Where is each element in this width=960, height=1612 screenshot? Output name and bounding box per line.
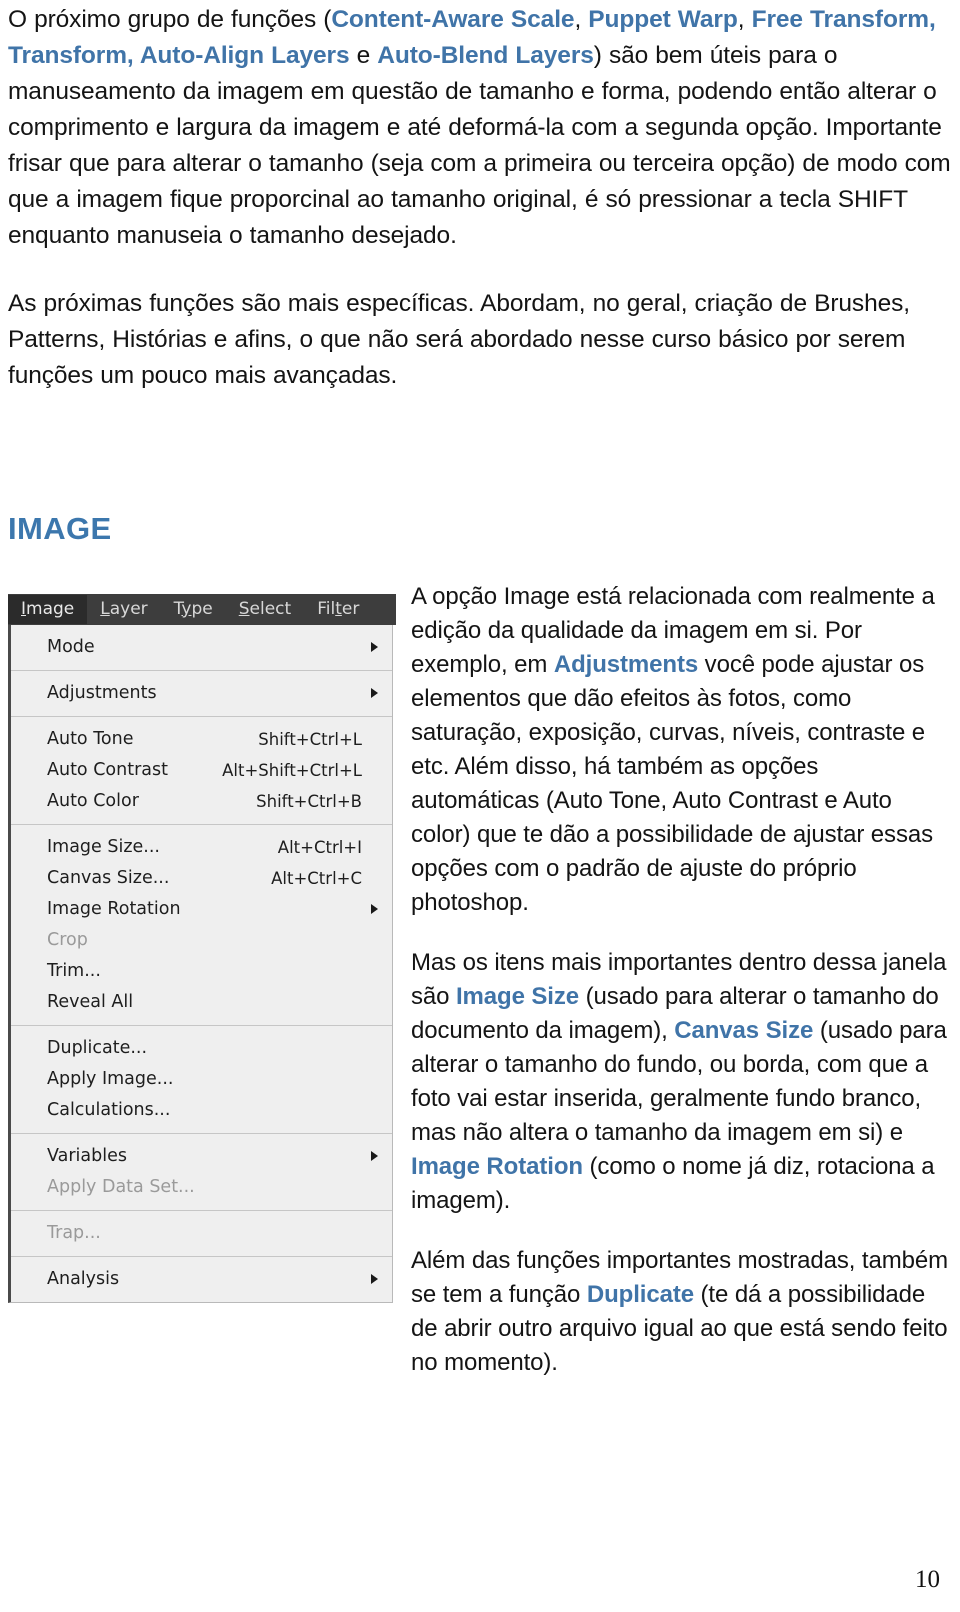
menu-item-label: Auto Contrast [47, 760, 168, 781]
menu-group: Mode [11, 625, 392, 671]
menu-item-auto-tone[interactable]: Auto Tone Shift+Ctrl+L [11, 724, 392, 755]
menu-item-reveal-all[interactable]: Reveal All [11, 987, 392, 1018]
menu-item-shortcut: Shift+Ctrl+B [256, 791, 362, 811]
link-image-rotation: Image Rotation [411, 1152, 583, 1180]
menu-item-label: Image Rotation [47, 899, 181, 920]
menu-item-adjustments[interactable]: Adjustments [11, 678, 392, 709]
menu-item-trim[interactable]: Trim... [11, 956, 392, 987]
menu-item-mode[interactable]: Mode [11, 632, 392, 663]
menu-item-analysis[interactable]: Analysis [11, 1264, 392, 1295]
menu-item-canvas-size[interactable]: Canvas Size... Alt+Ctrl+C [11, 863, 392, 894]
intro-p1-text-2: , [574, 6, 589, 33]
intro-paragraph-1: O próximo grupo de funções (Content-Awar… [8, 2, 952, 254]
link-image-size: Image Size [455, 982, 580, 1010]
body-paragraph-3: Além das funções importantes mostradas, … [411, 1244, 952, 1380]
menu-item-duplicate[interactable]: Duplicate... [11, 1033, 392, 1064]
menu-item-apply-data-set: Apply Data Set... [11, 1172, 392, 1203]
menu-item-label: Mode [47, 637, 95, 658]
photoshop-menu-panel[interactable]: Image Layer Type Select Filter Mode Adjustmen… [8, 593, 396, 1303]
menu-item-label: Auto Color [47, 791, 139, 812]
menu-item-shortcut: Shift+Ctrl+L [258, 729, 362, 749]
menu-item-trap: Trap... [11, 1218, 392, 1249]
menu-group: Image Size... Alt+Ctrl+I Canvas Size... Alt… [11, 825, 392, 1026]
menu-item-auto-contrast[interactable]: Auto Contrast Alt+Shift+Ctrl+L [11, 755, 392, 786]
submenu-arrow-icon [371, 1151, 378, 1162]
document-page: O próximo grupo de funções (Content-Awar… [0, 2, 960, 1612]
link-adjustments: Adjustments [553, 650, 699, 678]
menu-item-label: Auto Tone [47, 729, 134, 750]
link-duplicate: Duplicate [586, 1280, 694, 1308]
menu-item-label: Reveal All [47, 992, 134, 1013]
submenu-arrow-icon [371, 642, 378, 653]
menu-item-label: Apply Data Set... [47, 1177, 195, 1198]
menubar-item-filter[interactable]: Filter [304, 595, 372, 624]
menu-item-label: Crop [47, 930, 88, 951]
section-heading-image: IMAGE [8, 511, 112, 546]
menu-item-calculations[interactable]: Calculations... [11, 1095, 392, 1126]
menu-item-apply-image[interactable]: Apply Image... [11, 1064, 392, 1095]
menu-group: Trap... [11, 1211, 392, 1257]
menubar-item-select[interactable]: Select [226, 595, 304, 624]
menu-item-crop: Crop [11, 925, 392, 956]
submenu-arrow-icon [371, 904, 378, 915]
menu-group: Auto Tone Shift+Ctrl+L Auto Contrast Alt+Sh… [11, 717, 392, 825]
menu-item-label: Adjustments [47, 683, 157, 704]
menu-item-image-size[interactable]: Image Size... Alt+Ctrl+I [11, 832, 392, 863]
menu-item-label: Trim... [47, 961, 101, 982]
menu-group: Analysis [11, 1257, 392, 1302]
intro-p1-text-4: e [349, 42, 378, 69]
body-p1-text-2: você pode ajustar os elementos que dão e… [411, 650, 933, 916]
menu-item-label: Trap... [47, 1223, 101, 1244]
menu-item-label: Duplicate... [47, 1038, 148, 1059]
link-puppet-warp: Puppet Warp [588, 6, 738, 33]
intro-paragraph-2: As próximas funções são mais específicas… [8, 290, 910, 389]
intro-p1-text-5: ) são bem úteis para o manuseamento da i… [8, 42, 951, 249]
menu-item-label: Apply Image... [47, 1069, 174, 1090]
menu-group: Adjustments [11, 671, 392, 717]
link-auto-blend-layers: Auto-Blend Layers [377, 42, 594, 69]
menu-item-image-rotation[interactable]: Image Rotation [11, 894, 392, 925]
body-paragraph-2: Mas os itens mais importantes dentro des… [411, 946, 952, 1218]
menubar-item-layer[interactable]: Layer [87, 595, 160, 624]
menu-group: Duplicate... Apply Image... Calculations..… [11, 1026, 392, 1134]
menu-item-label: Calculations... [47, 1100, 171, 1121]
link-canvas-size: Canvas Size [674, 1016, 814, 1044]
menubar-item-image[interactable]: Image [8, 594, 88, 624]
photoshop-image-menu-figure: Image Layer Type Select Filter Mode Adjustmen… [8, 593, 396, 1303]
menu-item-label: Variables [47, 1146, 127, 1167]
photoshop-menu-dropdown[interactable]: Mode Adjustments Auto Tone Shift+Ctrl+L Auto… [11, 625, 392, 1302]
submenu-arrow-icon [371, 1274, 378, 1285]
photoshop-menubar[interactable]: Image Layer Type Select Filter [8, 593, 396, 625]
menu-item-shortcut: Alt+Ctrl+I [277, 837, 362, 857]
page-number: 10 [915, 1566, 940, 1593]
menu-item-label: Analysis [47, 1269, 120, 1290]
menu-item-label: Image Size... [47, 837, 160, 858]
link-content-aware-scale: Content-Aware Scale [331, 6, 575, 33]
intro-p1-text-3: , [737, 6, 752, 33]
menu-item-shortcut: Alt+Ctrl+C [271, 868, 362, 888]
menu-item-variables[interactable]: Variables [11, 1141, 392, 1172]
menubar-item-type[interactable]: Type [161, 595, 226, 624]
submenu-arrow-icon [371, 688, 378, 699]
body-paragraph-1: A opção Image está relacionada com realm… [411, 580, 952, 920]
intro-p1-text-1: O próximo grupo de funções ( [8, 6, 332, 33]
menu-item-label: Canvas Size... [47, 868, 170, 889]
right-column-text: A opção Image está relacionada com realm… [411, 572, 952, 1380]
menu-item-shortcut: Alt+Shift+Ctrl+L [222, 760, 362, 780]
menu-group: Variables Apply Data Set... [11, 1134, 392, 1211]
menu-item-auto-color[interactable]: Auto Color Shift+Ctrl+B [11, 786, 392, 817]
